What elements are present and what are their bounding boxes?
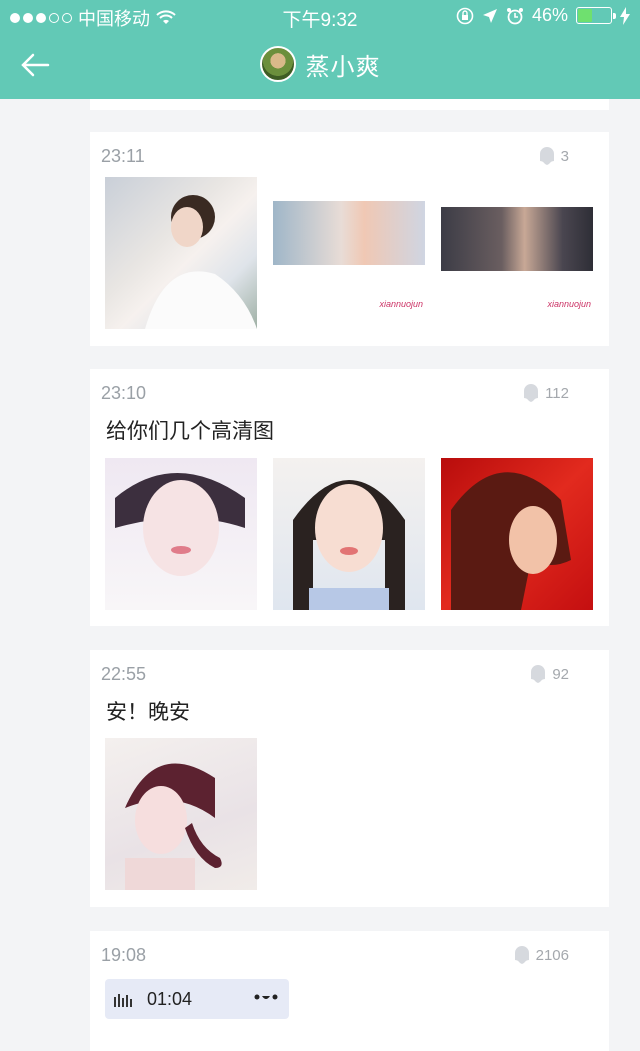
battery-icon [576, 7, 616, 24]
emoji-face-icon [254, 994, 278, 1000]
like-count: 92 [552, 665, 569, 683]
post-photo[interactable] [105, 177, 257, 329]
post-card[interactable]: 19:08 2106 01:04 [90, 931, 609, 1051]
post-text: 给你们几个高清图 [106, 420, 274, 443]
location-icon [482, 8, 497, 23]
post-photo[interactable] [273, 458, 425, 610]
like-bubble-icon [524, 384, 539, 402]
watermark: xiannuojun [379, 299, 423, 309]
like-bubble-icon [531, 665, 546, 683]
post-photo[interactable] [441, 458, 593, 610]
voice-message[interactable]: 01:04 [105, 979, 289, 1019]
like-counter[interactable]: 112 [523, 383, 569, 403]
post-photo[interactable] [105, 738, 257, 890]
avatar[interactable] [259, 46, 296, 82]
post-time: 22:55 [101, 664, 147, 684]
user-name: 蒸小爽 [305, 53, 381, 81]
post-card[interactable]: 23:11 3 xiannuojun xiannuojun [90, 132, 609, 346]
post-photo[interactable]: xiannuojun [273, 177, 425, 329]
lock-rotation-icon [456, 7, 474, 24]
alarm-icon [506, 7, 523, 24]
like-count: 3 [560, 147, 569, 165]
post-card[interactable]: 23:10 112 给你们几个高清图 [90, 369, 609, 626]
watermark: xiannuojun [547, 299, 591, 309]
like-bubble-icon [514, 946, 529, 964]
audio-wave-icon [114, 994, 132, 1007]
post-photo[interactable] [105, 458, 257, 610]
post-photo[interactable]: xiannuojun [441, 177, 593, 329]
like-bubble-icon [539, 147, 554, 165]
nav-title: 蒸小爽 [0, 46, 640, 82]
status-bar: 中国移动 下午9:32 46% [0, 0, 640, 32]
nav-bar: 蒸小爽 [0, 32, 640, 99]
like-counter[interactable]: 92 [530, 664, 569, 684]
post-time: 23:10 [101, 383, 147, 403]
battery-percent: 46% [531, 5, 568, 25]
charging-icon [620, 6, 630, 25]
like-count: 112 [545, 384, 569, 402]
previous-post-card [90, 99, 609, 110]
post-card[interactable]: 22:55 92 安！晚安 [90, 650, 609, 907]
post-time: 23:11 [101, 146, 145, 166]
post-text: 安！晚安 [106, 701, 190, 724]
voice-duration: 01:04 [147, 988, 193, 1009]
like-count: 2106 [535, 946, 569, 964]
like-counter[interactable]: 2106 [514, 945, 569, 965]
like-counter[interactable]: 3 [539, 146, 569, 166]
post-time: 19:08 [101, 945, 147, 965]
app-header: 中国移动 下午9:32 46% 蒸小爽 [0, 0, 640, 99]
